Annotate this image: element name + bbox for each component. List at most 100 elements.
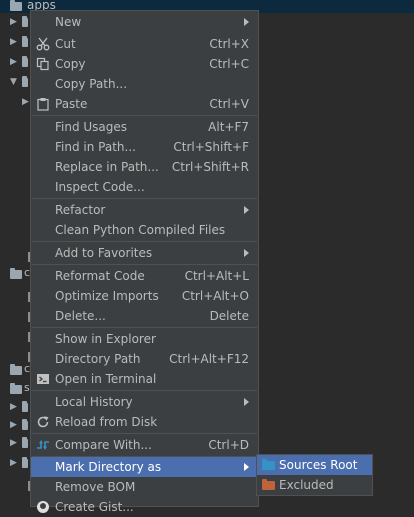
submenu-item-label: Sources Root <box>279 458 358 472</box>
expand-arrow-icon[interactable]: ▶ <box>10 57 17 67</box>
menu-item-shortcut: Ctrl+V <box>209 97 249 111</box>
menu-item-shortcut: Ctrl+Alt+L <box>184 269 249 283</box>
expand-arrow-icon[interactable]: ▶ <box>10 438 17 448</box>
menu-item-label: Compare With... <box>55 438 152 452</box>
menu-item-open-in-terminal[interactable]: Open in Terminal <box>31 369 258 389</box>
menu-item-label: Refactor <box>55 203 106 217</box>
menu-item-find-in-path[interactable]: Find in Path... Ctrl+Shift+F <box>31 137 258 157</box>
tree-row-label: s <box>24 381 30 394</box>
submenu-arrow-icon <box>244 398 249 406</box>
menu-item-reload-from-disk[interactable]: Reload from Disk <box>31 412 258 432</box>
menu-separator <box>32 433 257 434</box>
menu-item-refactor[interactable]: Refactor <box>31 200 258 220</box>
menu-item-shortcut: Ctrl+Alt+F12 <box>169 352 249 366</box>
sources-root-folder-icon <box>262 459 275 470</box>
menu-item-paste[interactable]: Paste Ctrl+V <box>31 94 258 114</box>
menu-item-reformat-code[interactable]: Reformat Code Ctrl+Alt+L <box>31 266 258 286</box>
submenu-arrow-icon <box>244 18 249 26</box>
menu-item-mark-directory-as[interactable]: Mark Directory as <box>31 457 258 477</box>
folder-icon <box>22 36 28 47</box>
menu-separator <box>32 241 257 242</box>
menu-separator <box>32 390 257 391</box>
menu-separator <box>32 264 257 265</box>
menu-item-label: New <box>55 15 82 29</box>
menu-item-label: Reformat Code <box>55 269 145 283</box>
folder-icon <box>22 457 28 468</box>
menu-item-copy-path[interactable]: Copy Path... <box>31 74 258 94</box>
menu-item-optimize-imports[interactable]: Optimize Imports Ctrl+Alt+O <box>31 286 258 306</box>
menu-item-label: Optimize Imports <box>55 289 159 303</box>
reload-icon <box>37 416 49 428</box>
menu-item-label: Find in Path... <box>55 140 136 154</box>
menu-item-shortcut: Ctrl+D <box>208 438 249 452</box>
menu-item-remove-bom[interactable]: Remove BOM <box>31 477 258 497</box>
github-icon <box>37 501 49 513</box>
menu-item-show-in-explorer[interactable]: Show in Explorer <box>31 329 258 349</box>
folder-icon <box>22 401 28 412</box>
menu-item-label: Open in Terminal <box>55 372 157 386</box>
folder-icon <box>10 268 22 279</box>
menu-item-label: Add to Favorites <box>55 246 153 260</box>
menu-item-label: Mark Directory as <box>55 460 162 474</box>
submenu-arrow-icon <box>244 463 249 471</box>
menu-item-shortcut: Ctrl+X <box>209 37 249 51</box>
submenu-item-excluded[interactable]: Excluded <box>257 475 372 495</box>
menu-item-label: Copy Path... <box>55 77 128 91</box>
menu-item-replace-in-path[interactable]: Replace in Path... Ctrl+Shift+R <box>31 157 258 177</box>
menu-item-shortcut: Alt+F7 <box>208 120 249 134</box>
menu-item-shortcut: Ctrl+Shift+R <box>171 160 249 174</box>
menu-separator <box>32 198 257 199</box>
expand-arrow-icon[interactable]: ▶ <box>22 97 29 107</box>
folder-icon <box>22 437 28 448</box>
folder-icon <box>10 364 22 375</box>
collapse-arrow-icon[interactable]: ▼ <box>10 77 17 87</box>
menu-item-label: Reload from Disk <box>55 415 158 429</box>
menu-item-find-usages[interactable]: Find Usages Alt+F7 <box>31 117 258 137</box>
copy-icon <box>36 57 49 71</box>
folder-icon <box>22 16 28 27</box>
menu-item-local-history[interactable]: Local History <box>31 392 258 412</box>
expand-arrow-icon[interactable]: ▶ <box>10 402 17 412</box>
mark-directory-submenu: Sources Root Excluded <box>256 454 373 496</box>
folder-icon <box>22 56 28 67</box>
menu-item-compare-with[interactable]: Compare With... Ctrl+D <box>31 435 258 455</box>
excluded-folder-icon <box>262 479 275 490</box>
menu-item-delete[interactable]: Delete... Delete <box>31 306 258 326</box>
submenu-item-label: Excluded <box>279 478 334 492</box>
menu-separator <box>32 327 257 328</box>
menu-item-shortcut: Ctrl+Shift+F <box>173 140 249 154</box>
menu-item-label: Create Gist... <box>55 500 134 514</box>
expand-arrow-icon[interactable]: ▶ <box>10 17 17 27</box>
menu-item-directory-path[interactable]: Directory Path Ctrl+Alt+F12 <box>31 349 258 369</box>
folder-icon <box>22 419 28 430</box>
menu-item-shortcut: Delete <box>209 309 249 323</box>
expand-arrow-icon[interactable]: ▶ <box>10 37 17 47</box>
menu-item-label: Replace in Path... <box>55 160 159 174</box>
folder-icon <box>22 76 28 87</box>
menu-item-cut[interactable]: Cut Ctrl+X <box>31 34 258 54</box>
menu-item-label: Inspect Code... <box>55 180 145 194</box>
menu-item-label: Find Usages <box>55 120 128 134</box>
menu-item-label: Remove BOM <box>55 480 136 494</box>
menu-item-new[interactable]: New <box>31 12 258 32</box>
menu-separator <box>32 115 257 116</box>
submenu-arrow-icon <box>244 206 249 214</box>
folder-icon <box>10 383 22 394</box>
menu-item-copy[interactable]: Copy Ctrl+C <box>31 54 258 74</box>
expand-arrow-icon[interactable]: ▶ <box>10 420 17 430</box>
submenu-item-sources-root[interactable]: Sources Root <box>257 455 372 475</box>
menu-item-label: Local History <box>55 395 133 409</box>
clipboard-icon <box>37 98 49 111</box>
submenu-arrow-icon <box>244 249 249 257</box>
menu-item-inspect-code[interactable]: Inspect Code... <box>31 177 258 197</box>
menu-item-label: Clean Python Compiled Files <box>55 223 226 237</box>
menu-item-shortcut: Ctrl+Alt+O <box>181 289 249 303</box>
menu-item-clean-python[interactable]: Clean Python Compiled Files <box>31 220 258 240</box>
menu-item-label: Directory Path <box>55 352 141 366</box>
menu-item-shortcut: Ctrl+C <box>209 57 249 71</box>
menu-item-create-gist[interactable]: Create Gist... <box>31 497 258 517</box>
menu-item-label: Cut <box>55 37 76 51</box>
context-menu: New Cut Ctrl+X Copy Ctrl+C Copy Path... … <box>30 10 259 514</box>
menu-item-add-to-favorites[interactable]: Add to Favorites <box>31 243 258 263</box>
expand-arrow-icon[interactable]: ▶ <box>10 458 17 468</box>
